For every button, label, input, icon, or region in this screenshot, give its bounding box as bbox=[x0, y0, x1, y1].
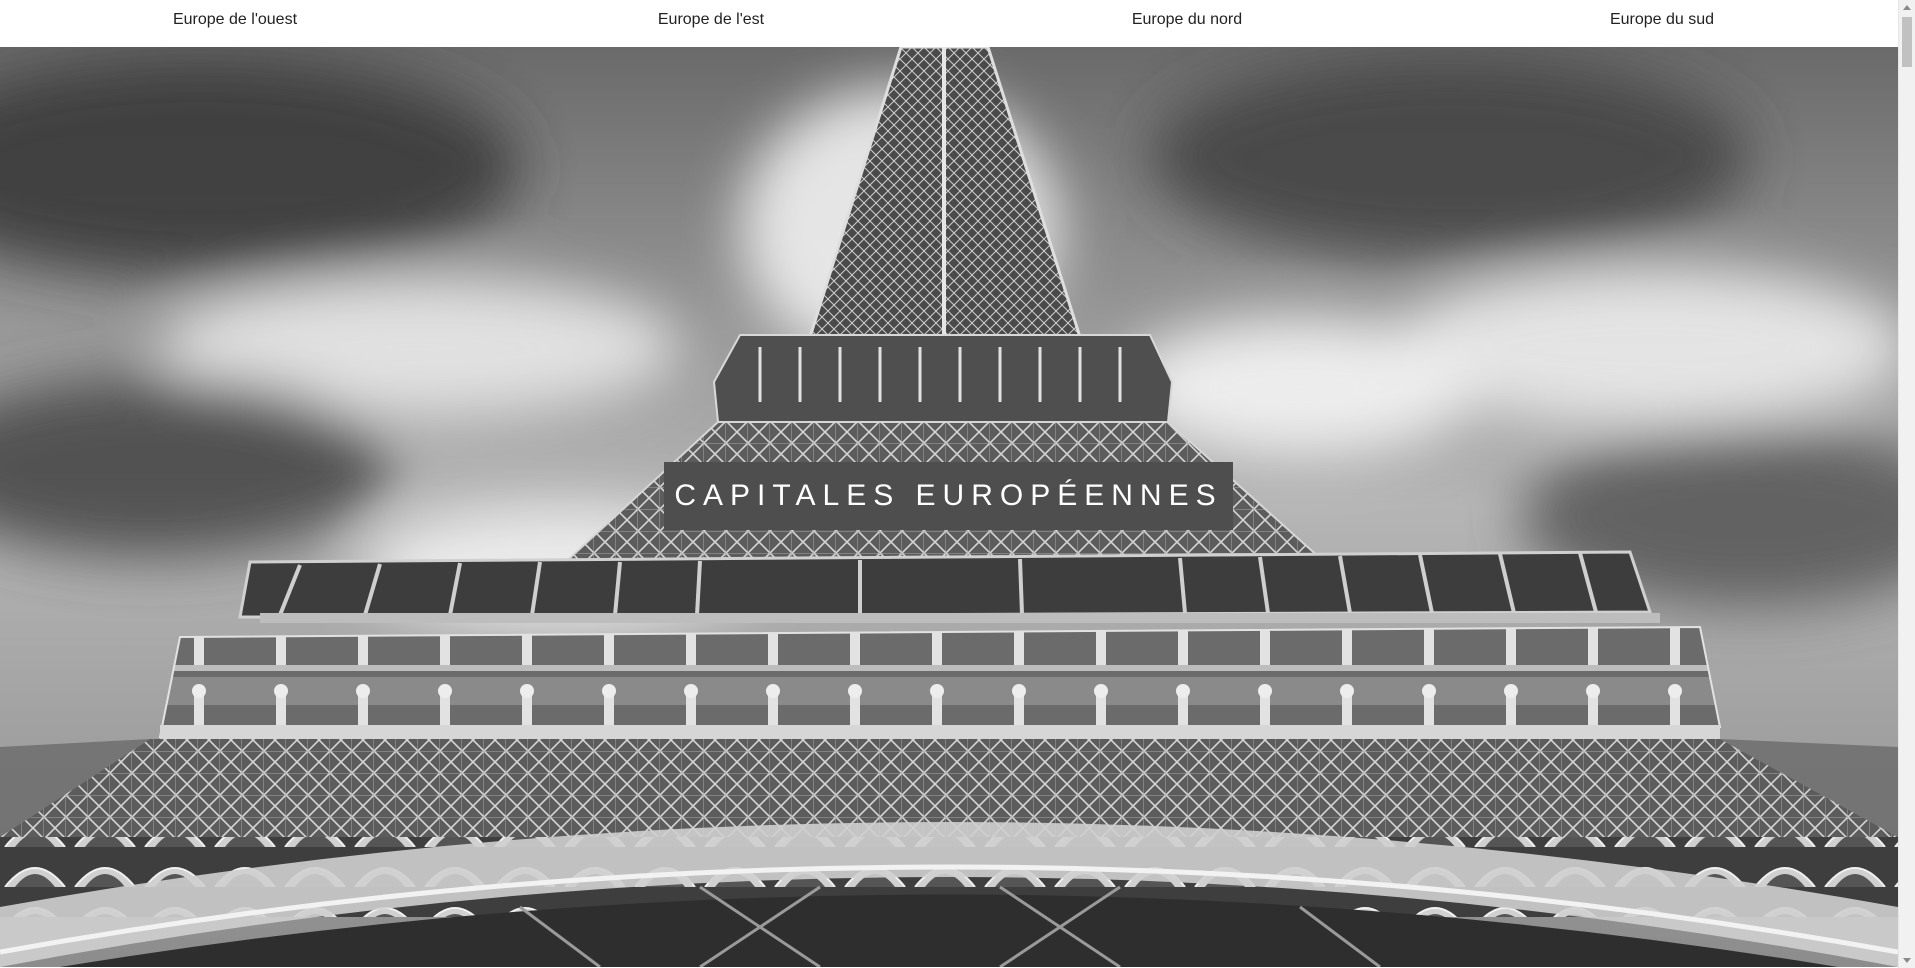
scroll-down-arrow-icon[interactable] bbox=[1903, 958, 1911, 963]
nav-link-eastern-europe[interactable]: Europe de l'est bbox=[658, 11, 764, 29]
nav-link-southern-europe[interactable]: Europe du sud bbox=[1610, 11, 1714, 29]
scroll-thumb[interactable] bbox=[1902, 17, 1912, 67]
scroll-up-arrow-icon[interactable] bbox=[1903, 5, 1911, 10]
page: Europe de l'ouest Europe de l'est Europe… bbox=[0, 0, 1915, 968]
vertical-scrollbar[interactable] bbox=[1898, 0, 1915, 968]
top-navbar: Europe de l'ouest Europe de l'est Europe… bbox=[0, 0, 1898, 47]
nav-link-western-europe[interactable]: Europe de l'ouest bbox=[173, 11, 297, 29]
nav-link-northern-europe[interactable]: Europe du nord bbox=[1132, 11, 1242, 29]
hero-title-box: CAPITALES EUROPÉENNES bbox=[664, 462, 1233, 530]
hero-banner: CAPITALES EUROPÉENNES bbox=[0, 47, 1898, 967]
hero-title: CAPITALES EUROPÉENNES bbox=[674, 479, 1223, 512]
